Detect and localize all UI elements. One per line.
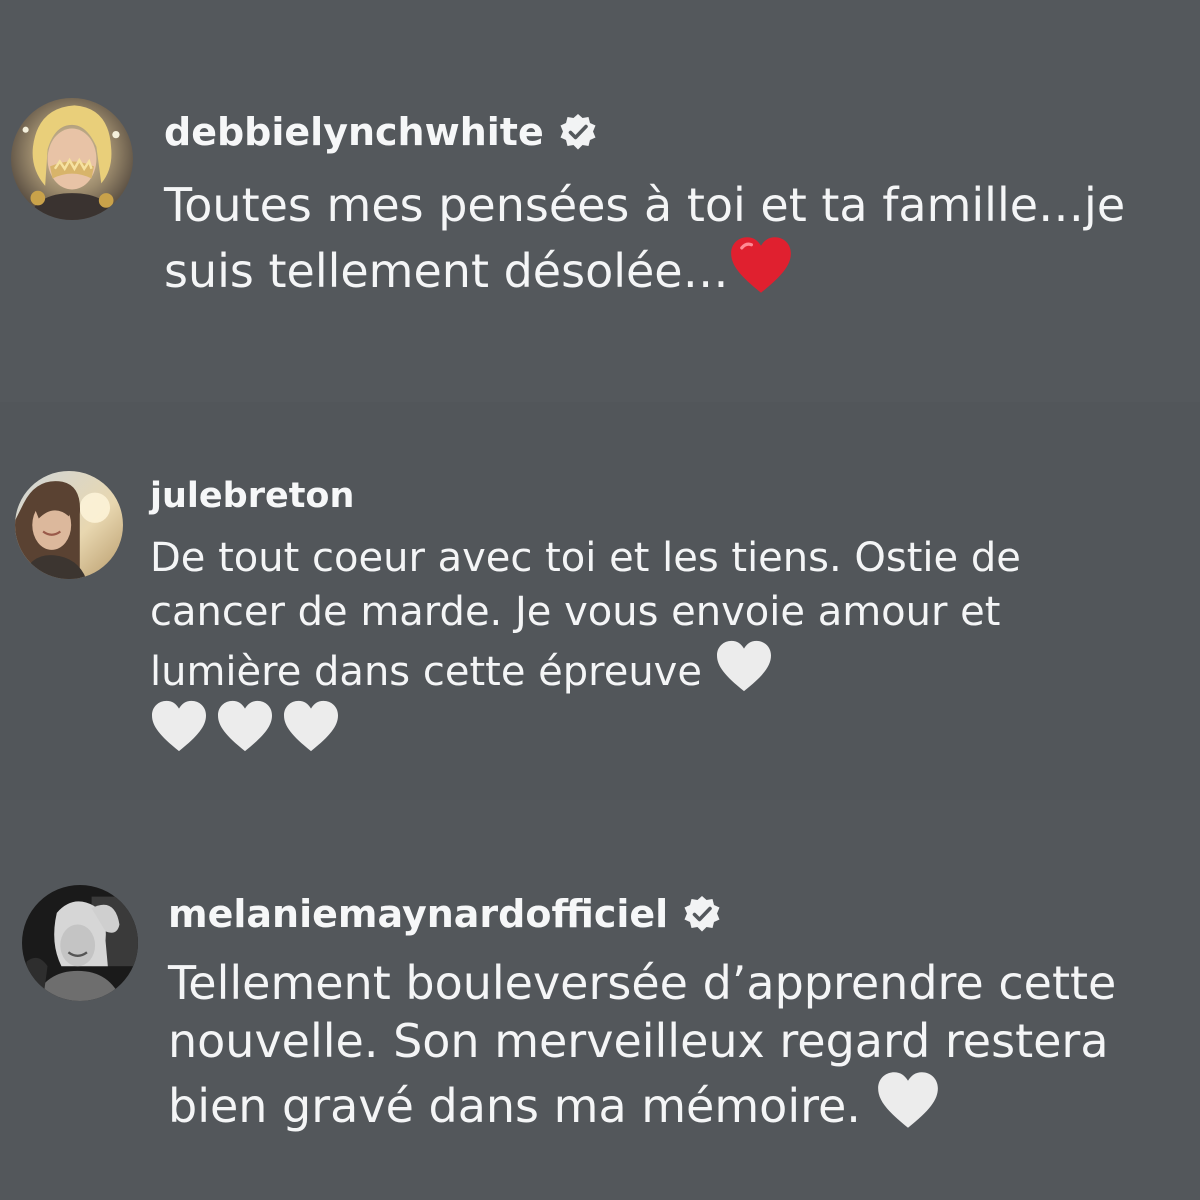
white-heart-icon [282, 699, 340, 753]
comment-card: melaniemaynardofficiel Tellement bouleve… [0, 800, 1200, 1200]
comment-card: debbielynchwhite Toutes mes pensées à to… [0, 0, 1200, 402]
comment-text-content: De tout coeur avec toi et les tiens. Ost… [150, 535, 1021, 695]
avatar[interactable] [11, 98, 133, 220]
comment-text-content: Tellement bouleversée d’apprendre cette … [168, 956, 1117, 1133]
comment-header: melaniemaynardofficiel [168, 890, 722, 938]
comment-text: De tout coeur avec toi et les tiens. Ost… [150, 531, 1160, 759]
avatar[interactable] [15, 471, 123, 579]
avatar-photo [11, 98, 133, 220]
white-heart-icon [715, 639, 773, 693]
white-heart-icon [150, 699, 208, 753]
white-heart-icon [876, 1070, 940, 1130]
comment-header: debbielynchwhite [164, 108, 598, 156]
comment-text: Tellement bouleversée d’apprendre cette … [168, 954, 1178, 1135]
comment-text: Toutes mes pensées à toi et ta famille…j… [164, 175, 1184, 301]
red-heart-icon [729, 235, 793, 295]
comment-text-content: Toutes mes pensées à toi et ta famille…j… [164, 178, 1126, 298]
verified-badge-icon [558, 112, 598, 152]
comment-header: julebreton [150, 474, 354, 518]
avatar-photo [22, 885, 138, 1001]
username[interactable]: debbielynchwhite [164, 110, 544, 154]
comment-card: julebreton De tout coeur avec toi et les… [0, 402, 1200, 800]
verified-badge-icon [682, 894, 722, 934]
avatar[interactable] [22, 885, 138, 1001]
avatar-photo [15, 471, 123, 579]
white-heart-icon [216, 699, 274, 753]
username[interactable]: julebreton [150, 476, 354, 516]
username[interactable]: melaniemaynardofficiel [168, 892, 668, 936]
